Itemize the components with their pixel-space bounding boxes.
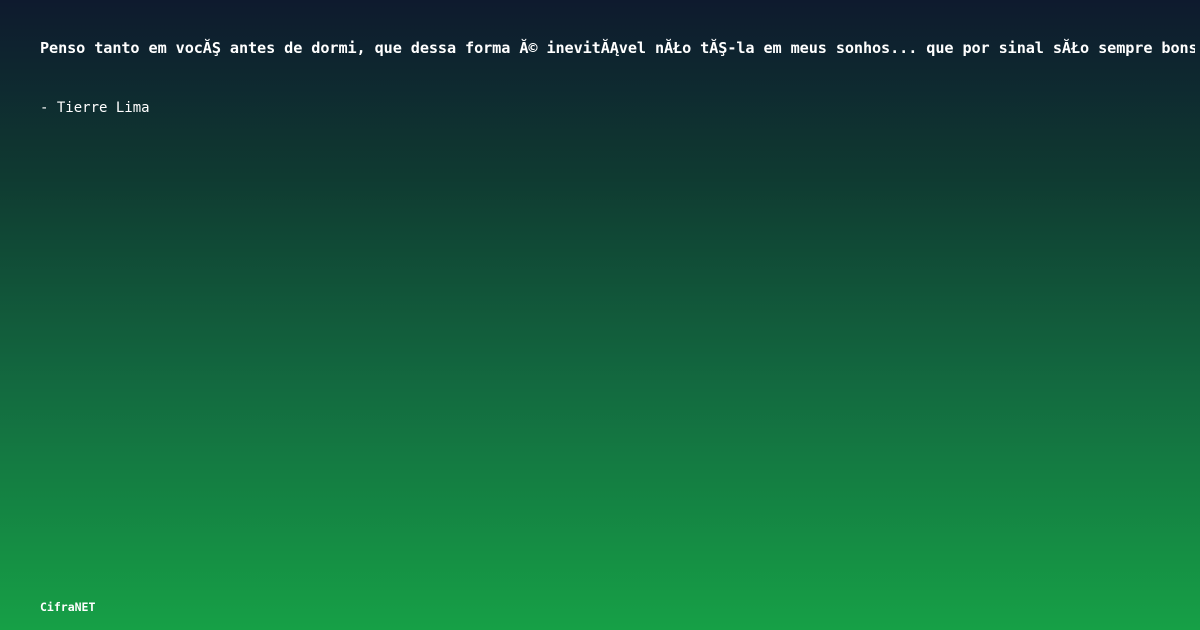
quote-card: Penso tanto em vocĂŞ antes de dormi, que…: [0, 0, 1200, 630]
quote-text: Penso tanto em vocĂŞ antes de dormi, que…: [40, 39, 1195, 57]
quote-author: - Tierre Lima: [40, 100, 150, 116]
brand-logo-text: CifraNET: [40, 600, 96, 614]
